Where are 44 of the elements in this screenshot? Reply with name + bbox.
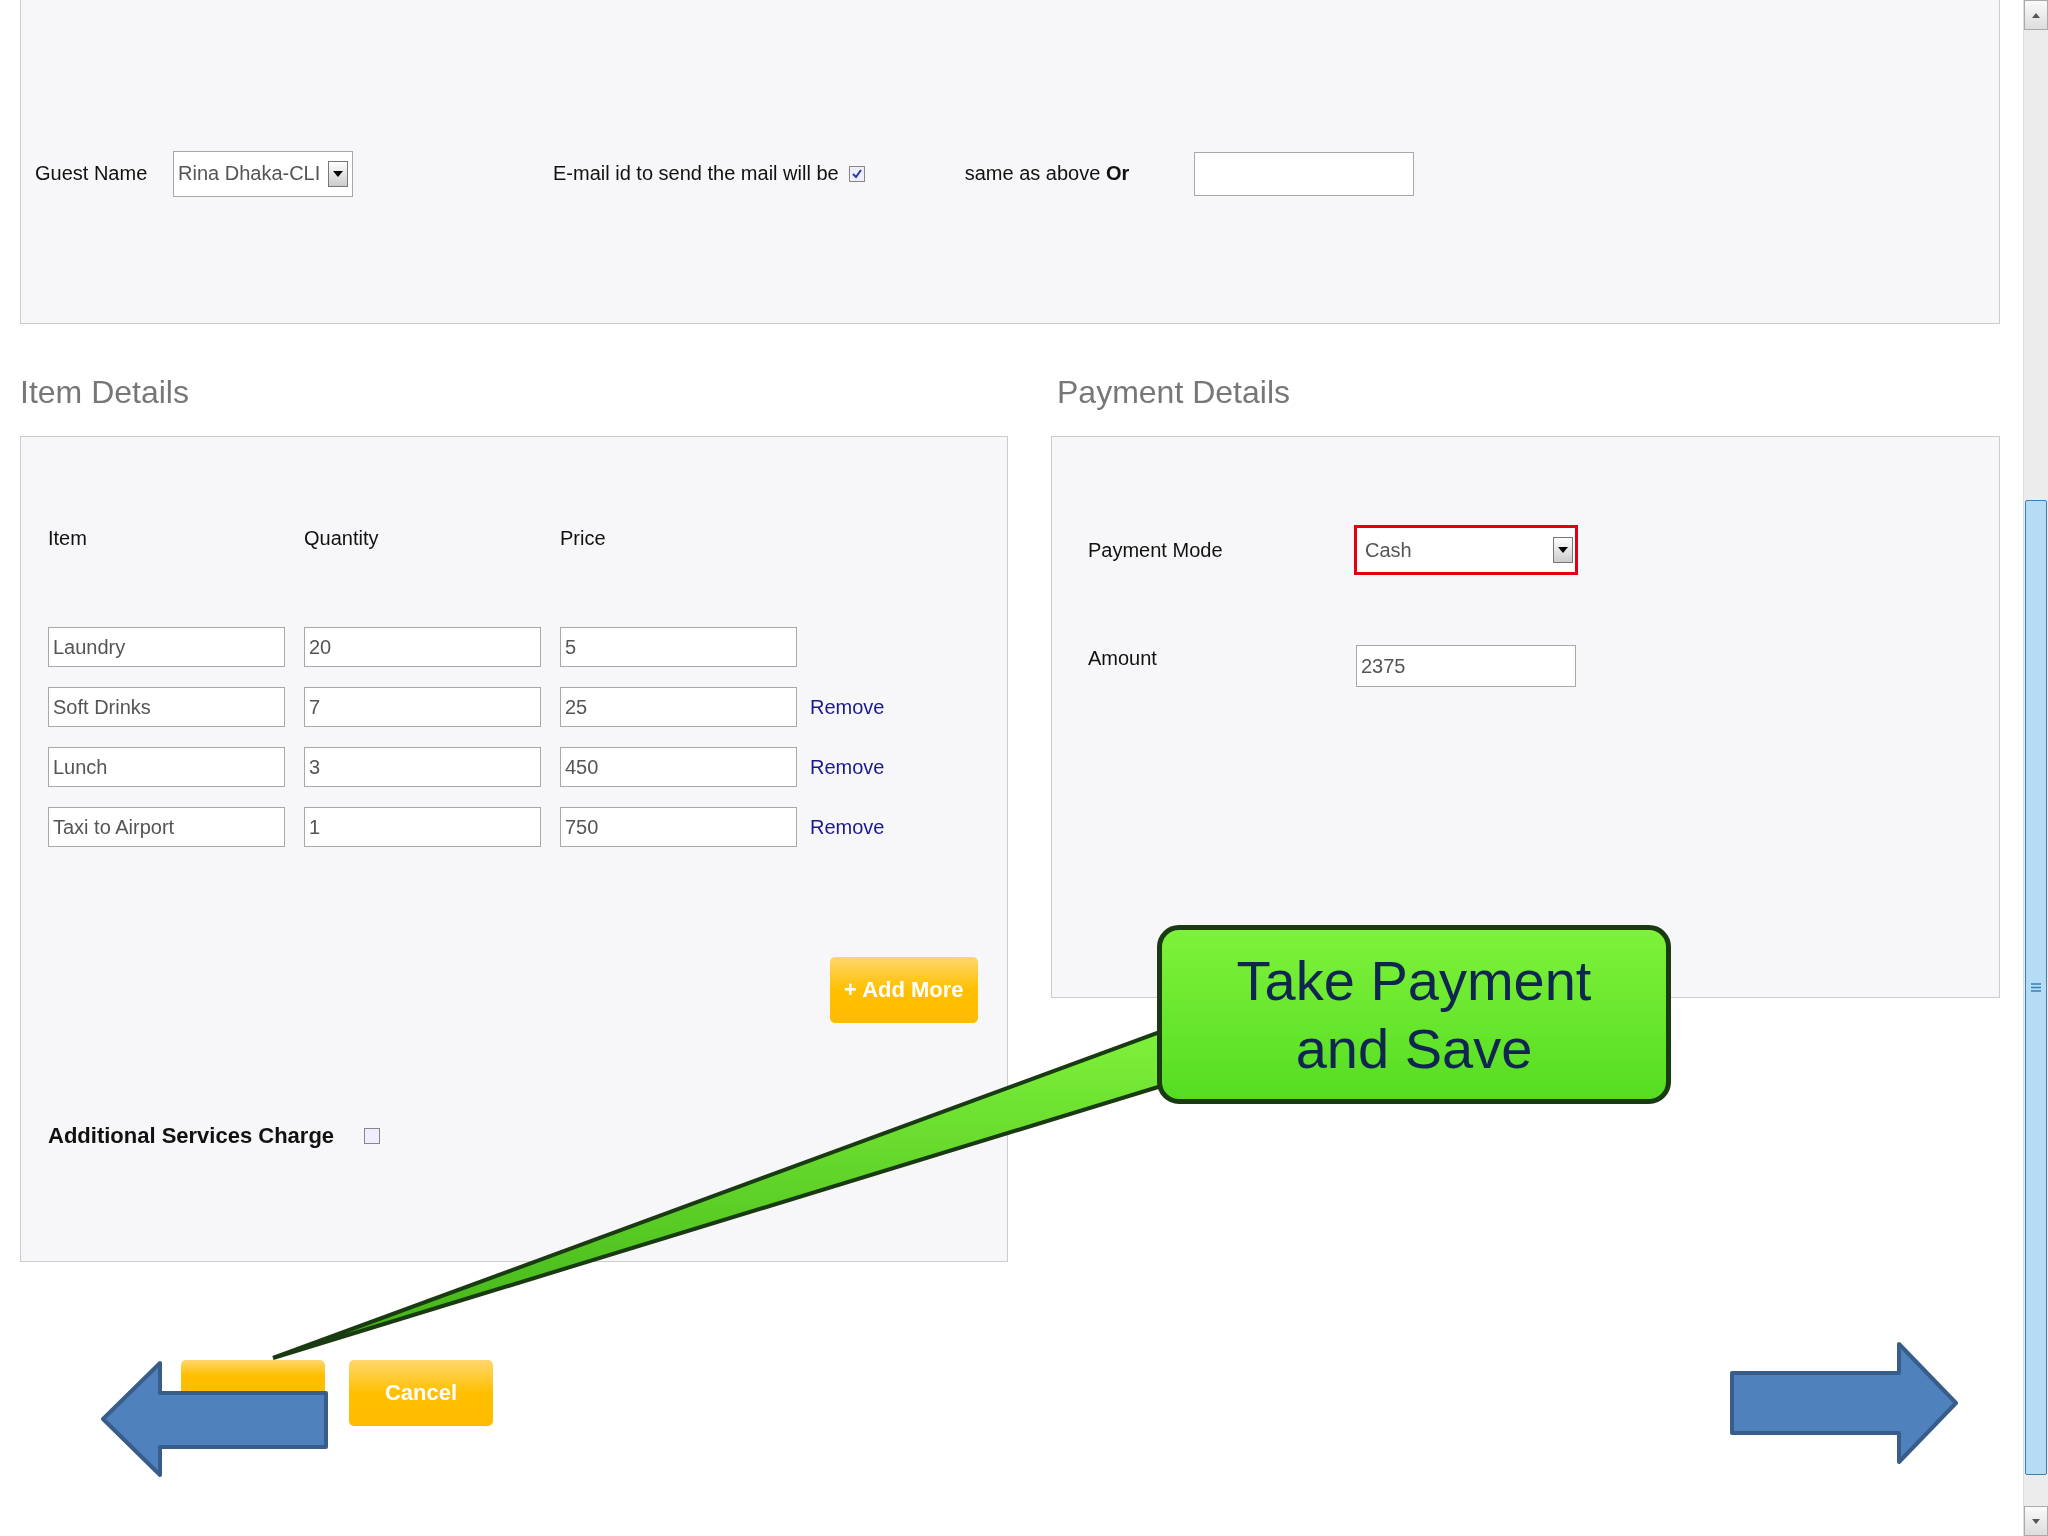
section-title: Item Details bbox=[20, 374, 189, 410]
item-input-field[interactable]: Lunch bbox=[48, 747, 285, 787]
forward-arrow-icon[interactable] bbox=[1729, 1341, 1959, 1465]
email-label: E-mail id to send the mail will be bbox=[553, 162, 839, 185]
item-input-field[interactable]: Taxi to Airport bbox=[48, 807, 285, 847]
column-header: Item bbox=[48, 527, 88, 551]
item-input-field[interactable]: Soft Drinks bbox=[48, 687, 285, 727]
quantity-input-field[interactable]: 20 bbox=[304, 627, 541, 667]
quantity-input-field[interactable]: 3 bbox=[304, 747, 541, 787]
up-arrow-icon bbox=[2032, 12, 2040, 18]
scroll-down-button[interactable] bbox=[2024, 1506, 2048, 1536]
remove-link[interactable]: Remove bbox=[810, 695, 1007, 719]
dropdown-caret-icon bbox=[333, 170, 343, 177]
column-header: Quantity bbox=[304, 527, 380, 551]
email-input-field[interactable] bbox=[1194, 151, 1415, 196]
price-input-field[interactable]: 750 bbox=[560, 807, 797, 847]
price-input-field[interactable]: 5 bbox=[560, 627, 797, 667]
down-arrow-icon bbox=[2032, 1518, 2040, 1524]
checkbox[interactable] bbox=[848, 165, 865, 182]
amount-label: Amount bbox=[1088, 647, 1158, 670]
column-header: Price bbox=[560, 527, 607, 551]
remove-link[interactable]: Remove bbox=[810, 815, 1007, 839]
quantity-input-field[interactable]: 7 bbox=[304, 687, 541, 727]
payment-mode-dropdown[interactable]: Cash bbox=[1354, 525, 1578, 575]
section-title: Payment Details bbox=[1057, 374, 1290, 410]
callout-text: Take Payment and Save bbox=[1157, 925, 1671, 1104]
scroll-up-button[interactable] bbox=[2024, 0, 2048, 30]
checkmark-icon bbox=[850, 167, 863, 180]
back-arrow-icon[interactable] bbox=[100, 1360, 330, 1478]
amount-input-field[interactable]: 2375 bbox=[1356, 645, 1576, 687]
same-as-above-label: same as above Or bbox=[964, 162, 1130, 185]
guest-name-label: Guest Name bbox=[35, 162, 149, 185]
price-input-field[interactable]: 25 bbox=[560, 687, 797, 727]
payment-mode-label: Payment Mode bbox=[1088, 539, 1224, 562]
price-input-field[interactable]: 450 bbox=[560, 747, 797, 787]
remove-link[interactable]: Remove bbox=[810, 755, 1007, 779]
grip-icon bbox=[2031, 983, 2041, 992]
dropdown-caret-icon bbox=[1558, 547, 1568, 553]
checkbox[interactable] bbox=[364, 1128, 381, 1144]
guest-name-dropdown[interactable]: Rina Dhaka-CLI bbox=[173, 150, 353, 197]
quantity-input-field[interactable]: 1 bbox=[304, 807, 541, 847]
additional-services-label: Additional Services Charge bbox=[48, 1123, 335, 1149]
item-input-field[interactable]: Laundry bbox=[48, 627, 285, 667]
scroll-thumb[interactable] bbox=[2025, 500, 2047, 1475]
